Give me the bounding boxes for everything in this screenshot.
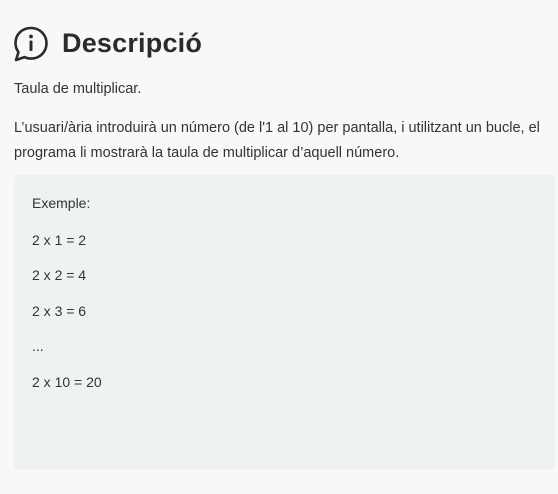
section-header: Descripció	[12, 10, 202, 77]
intro-text: Taula de multiplicar.	[14, 81, 142, 97]
info-icon	[12, 25, 50, 63]
example-line: 2 x 2 = 4	[32, 267, 87, 283]
page-title: Descripció	[62, 28, 203, 59]
example-box: Exemple: 2 x 1 = 2 2 x 2 = 4 2 x 3 = 6 .…	[14, 175, 555, 469]
example-line: 2 x 3 = 6	[32, 303, 87, 319]
example-ellipsis: ...	[32, 338, 44, 354]
example-line: 2 x 10 = 20	[32, 374, 102, 390]
description-text: L’usuari/ària introduirà un número (de l…	[14, 120, 540, 161]
example-line: 2 x 1 = 2	[32, 232, 87, 248]
example-label: Exemple:	[32, 195, 91, 211]
